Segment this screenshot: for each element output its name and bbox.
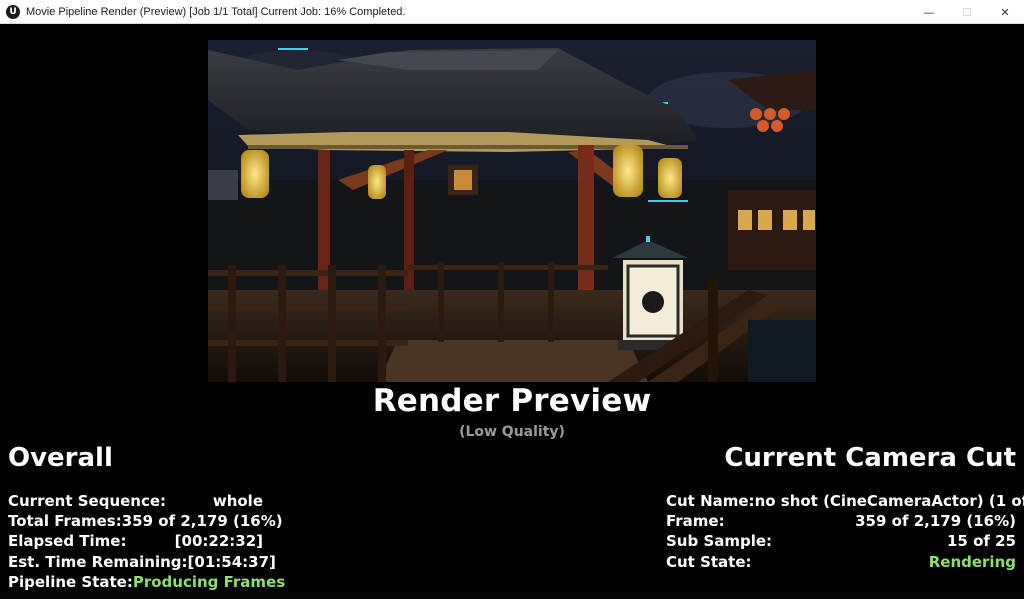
- current-sequence-label: Current Sequence:: [8, 492, 167, 510]
- time-remaining-row: Est. Time Remaining: [01:54:37]: [8, 552, 276, 572]
- total-frames-label: Total Frames:: [8, 512, 122, 531]
- render-preview-subtitle: (Low Quality): [459, 424, 565, 440]
- minimize-button[interactable]: —: [910, 0, 948, 24]
- camera-cut-heading: Current Camera Cut: [724, 443, 1016, 473]
- overall-heading: Overall: [8, 443, 113, 473]
- overall-stats: Current Sequence: whole Total Frames: 35…: [8, 491, 285, 592]
- pipeline-state-row: Pipeline State: Producing Frames: [8, 572, 285, 592]
- elapsed-time-value: [00:22:32]: [174, 532, 263, 551]
- total-frames-value: 359 of 2,179 (16%): [121, 512, 283, 531]
- total-frames-row: Total Frames: 359 of 2,179 (16%): [8, 511, 283, 531]
- frame-row: Frame: 359 of 2,179 (16%): [666, 511, 1016, 531]
- elapsed-time-row: Elapsed Time: [00:22:32]: [8, 531, 263, 551]
- cut-state-row: Cut State: Rendering: [666, 552, 1016, 572]
- sub-sample-label: Sub Sample:: [666, 532, 773, 551]
- window-title-bar[interactable]: U Movie Pipeline Render (Preview) [Job 1…: [0, 0, 1024, 24]
- sub-sample-value: 15 of 25: [946, 532, 1016, 551]
- current-sequence-row: Current Sequence: whole: [8, 491, 263, 511]
- camera-cut-stats: Cut Name: no shot (CineCameraActor) (1 o…: [666, 491, 1024, 572]
- maximize-button[interactable]: ☐: [948, 0, 986, 24]
- elapsed-time-label: Elapsed Time:: [8, 532, 127, 551]
- close-button[interactable]: ✕: [986, 0, 1024, 24]
- pipeline-state-value: Producing Frames: [132, 572, 286, 591]
- render-preview-title: Render Preview: [372, 383, 652, 419]
- cut-name-row: Cut Name: no shot (CineCameraActor) (1 o…: [666, 491, 1024, 511]
- cut-state-label: Cut State:: [666, 552, 752, 571]
- time-remaining-label: Est. Time Remaining:: [8, 552, 188, 571]
- cut-name-value: no shot (CineCameraActor) (1 of 1): [754, 492, 1024, 510]
- frame-value: 359 of 2,179 (16%): [855, 512, 1016, 531]
- bottom-edge: [0, 592, 1024, 599]
- unreal-engine-icon: U: [6, 4, 20, 19]
- cut-state-value: Rendering: [928, 552, 1016, 571]
- pipeline-state-label: Pipeline State:: [8, 572, 133, 591]
- current-sequence-value: whole: [212, 492, 263, 510]
- window-controls: — ☐ ✕: [910, 0, 1024, 24]
- render-preview-image: [208, 40, 816, 382]
- cut-name-label: Cut Name:: [666, 492, 755, 510]
- time-remaining-value: [01:54:37]: [187, 552, 276, 571]
- window-title: Movie Pipeline Render (Preview) [Job 1/1…: [26, 5, 406, 18]
- sub-sample-row: Sub Sample: 15 of 25: [666, 531, 1016, 551]
- frame-label: Frame:: [666, 512, 725, 531]
